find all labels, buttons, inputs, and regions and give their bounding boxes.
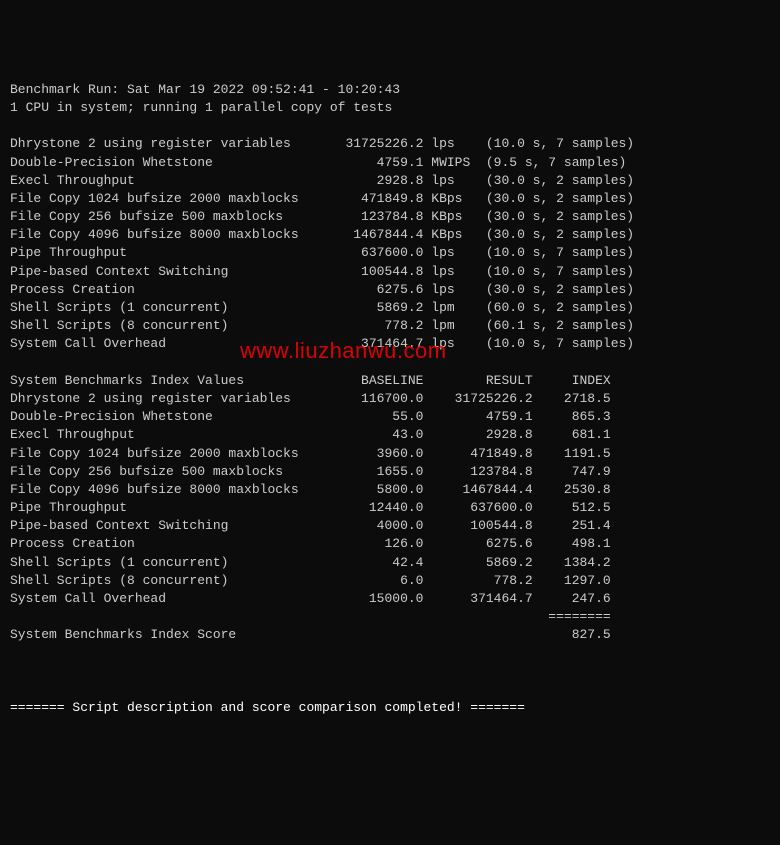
terminal-line: ======= Script description and score com… [10,699,770,717]
terminal-line: 1 CPU in system; running 1 parallel copy… [10,99,770,117]
terminal-line: File Copy 256 bufsize 500 maxblocks 1237… [10,208,770,226]
terminal-line: Benchmark Run: Sat Mar 19 2022 09:52:41 … [10,81,770,99]
terminal-line: Shell Scripts (8 concurrent) 778.2 lpm (… [10,317,770,335]
terminal-line: System Call Overhead 15000.0 371464.7 24… [10,590,770,608]
terminal-line [10,663,770,681]
terminal-line: File Copy 1024 bufsize 2000 maxblocks 39… [10,445,770,463]
terminal-line: Pipe Throughput 12440.0 637600.0 512.5 [10,499,770,517]
terminal-line: Shell Scripts (1 concurrent) 5869.2 lpm … [10,299,770,317]
terminal-output: Benchmark Run: Sat Mar 19 2022 09:52:41 … [10,81,770,736]
terminal-line: File Copy 256 bufsize 500 maxblocks 1655… [10,463,770,481]
terminal-line: File Copy 1024 bufsize 2000 maxblocks 47… [10,190,770,208]
terminal-line: Dhrystone 2 using register variables 317… [10,135,770,153]
terminal-line [10,117,770,135]
terminal-line: Shell Scripts (8 concurrent) 6.0 778.2 1… [10,572,770,590]
terminal-line: ======== [10,608,770,626]
terminal-line: Pipe-based Context Switching 4000.0 1005… [10,517,770,535]
terminal-line: File Copy 4096 bufsize 8000 maxblocks 14… [10,226,770,244]
terminal-line: System Benchmarks Index Score 827.5 [10,626,770,644]
terminal-line: Double-Precision Whetstone 4759.1 MWIPS … [10,154,770,172]
terminal-line: File Copy 4096 bufsize 8000 maxblocks 58… [10,481,770,499]
terminal-line: Execl Throughput 2928.8 lps (30.0 s, 2 s… [10,172,770,190]
terminal-line: System Benchmarks Index Values BASELINE … [10,372,770,390]
terminal-line: Pipe Throughput 637600.0 lps (10.0 s, 7 … [10,244,770,262]
terminal-line: Pipe-based Context Switching 100544.8 lp… [10,263,770,281]
terminal-line [10,681,770,699]
terminal-line: System Call Overhead 371464.7 lps (10.0 … [10,335,770,353]
terminal-line [10,354,770,372]
terminal-line [10,645,770,663]
terminal-line: Process Creation 6275.6 lps (30.0 s, 2 s… [10,281,770,299]
terminal-line: Dhrystone 2 using register variables 116… [10,390,770,408]
terminal-line: Process Creation 126.0 6275.6 498.1 [10,535,770,553]
terminal-line: Shell Scripts (1 concurrent) 42.4 5869.2… [10,554,770,572]
terminal-line: Execl Throughput 43.0 2928.8 681.1 [10,426,770,444]
terminal-line [10,717,770,735]
terminal-line: Double-Precision Whetstone 55.0 4759.1 8… [10,408,770,426]
